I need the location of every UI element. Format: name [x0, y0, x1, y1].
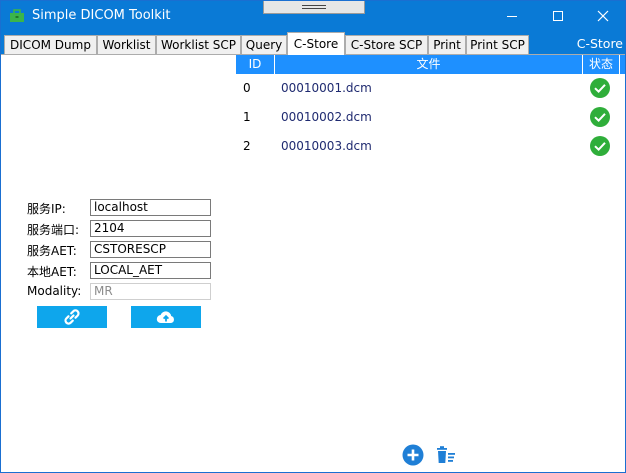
table-header: ID 文件 状态	[236, 55, 625, 74]
app-window: Simple DICOM Toolkit DICOM Dump Worklist…	[0, 0, 626, 473]
link-icon	[64, 309, 80, 325]
tab-c-store-scp[interactable]: C-Store SCP	[345, 35, 428, 54]
toolbox-icon	[10, 9, 24, 22]
file-table[interactable]: ID 文件 状态 0 00010001.dcm 1 00010002.dcm 2	[236, 55, 625, 161]
server-port-label: 服务端口:	[27, 223, 80, 237]
modality-label: Modality:	[27, 284, 82, 298]
tab-worklist[interactable]: Worklist	[97, 35, 156, 54]
table-row[interactable]: 0 00010001.dcm	[236, 74, 625, 103]
tab-print[interactable]: Print	[428, 35, 466, 54]
row-id: 0	[243, 81, 251, 95]
row-file: 00010003.dcm	[281, 139, 372, 153]
trash-list-icon[interactable]	[435, 444, 457, 466]
column-header-status[interactable]: 状态	[583, 55, 619, 74]
title-bar[interactable]: Simple DICOM Toolkit	[1, 1, 625, 32]
server-ip-input[interactable]: localhost	[90, 199, 211, 216]
check-circle-icon	[590, 107, 610, 127]
row-id: 2	[243, 139, 251, 153]
tab-dicom-dump[interactable]: DICOM Dump	[4, 35, 97, 54]
tab-print-scp[interactable]: Print SCP	[466, 35, 529, 54]
row-file: 00010001.dcm	[281, 81, 372, 95]
server-aet-input[interactable]: CSTORESCP	[90, 241, 211, 258]
row-file: 00010002.dcm	[281, 110, 372, 124]
drag-handle[interactable]	[263, 1, 365, 14]
modality-input: MR	[90, 283, 211, 300]
minimize-icon	[507, 16, 517, 17]
tab-page-title: C-Store	[576, 36, 623, 51]
tab-query[interactable]: Query	[241, 35, 287, 54]
tab-worklist-scp[interactable]: Worklist SCP	[156, 35, 241, 54]
connect-button[interactable]	[37, 306, 107, 328]
check-circle-icon	[590, 78, 610, 98]
server-port-input[interactable]: 2104	[90, 220, 211, 237]
minimize-button[interactable]	[489, 1, 535, 31]
row-id: 1	[243, 110, 251, 124]
check-circle-icon	[590, 136, 610, 156]
server-ip-label: 服务IP:	[27, 202, 66, 216]
maximize-button[interactable]	[535, 1, 581, 31]
plus-circle-icon[interactable]	[402, 444, 424, 466]
table-row[interactable]: 1 00010002.dcm	[236, 103, 625, 132]
close-button[interactable]	[580, 1, 626, 31]
column-header-id[interactable]: ID	[236, 55, 274, 74]
cloud-upload-icon	[156, 311, 174, 324]
local-aet-input[interactable]: LOCAL_AET	[90, 262, 211, 279]
table-row[interactable]: 2 00010003.dcm	[236, 132, 625, 161]
tab-strip: DICOM Dump Worklist Worklist SCP Query C…	[1, 32, 625, 55]
send-button[interactable]	[131, 306, 201, 328]
server-aet-label: 服务AET:	[27, 244, 77, 258]
tab-c-store[interactable]: C-Store	[287, 32, 345, 55]
window-title: Simple DICOM Toolkit	[32, 8, 171, 23]
local-aet-label: 本地AET:	[27, 265, 77, 279]
maximize-icon	[553, 11, 563, 21]
close-icon	[597, 10, 609, 22]
column-header-file[interactable]: 文件	[275, 55, 582, 74]
